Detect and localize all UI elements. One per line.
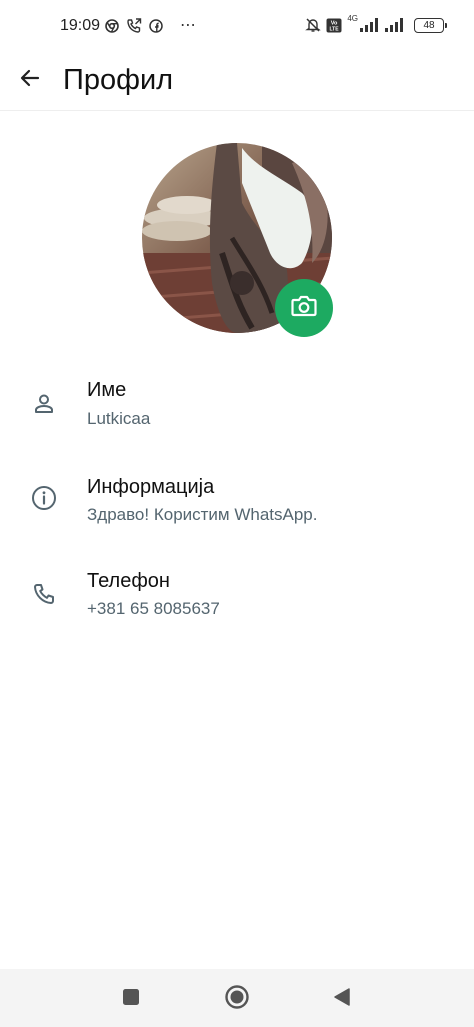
name-value: Lutkicaa <box>87 409 151 428</box>
name-row[interactable]: Име Lutkicaa <box>0 370 474 450</box>
phone-icon <box>30 580 58 608</box>
back-button[interactable] <box>14 64 46 96</box>
phone-value: +381 65 8085637 <box>87 599 220 618</box>
home-button[interactable] <box>223 984 251 1015</box>
chrome-icon <box>105 18 119 33</box>
about-value: Здраво! Користим WhatsApp. <box>87 505 318 524</box>
muted-bell-icon <box>305 17 322 33</box>
svg-text:LTE: LTE <box>330 26 340 32</box>
about-label: Информација <box>87 476 215 498</box>
signal-icon <box>360 18 380 32</box>
recents-icon <box>121 987 141 1012</box>
person-icon <box>30 390 58 418</box>
call-forwarding-icon <box>126 18 142 33</box>
change-photo-button[interactable] <box>275 279 333 337</box>
volte-icon: Vo LTE <box>326 18 342 33</box>
camera-icon <box>291 294 317 323</box>
signal-icon <box>385 18 405 32</box>
page-title: Профил <box>63 64 174 96</box>
status-left-icons: ⋯ <box>105 16 197 34</box>
info-icon <box>30 484 58 512</box>
back-icon <box>331 986 353 1013</box>
arrow-back-icon <box>18 66 42 95</box>
home-icon <box>224 984 250 1015</box>
app-bar: Профил <box>0 56 474 111</box>
name-label: Име <box>87 379 127 401</box>
network-type: 4G <box>347 14 358 23</box>
system-nav-bar <box>0 969 474 1027</box>
phone-label: Телефон <box>87 570 170 592</box>
status-right-icons: Vo LTE 4G 48 <box>305 14 447 33</box>
phone-row: Телефон +381 65 8085637 <box>0 560 474 640</box>
battery-indicator: 48 <box>414 17 447 33</box>
about-row[interactable]: Информација Здраво! Користим WhatsApp. <box>0 465 474 545</box>
status-time: 19:09 <box>60 17 101 34</box>
status-bar: 19:09 ⋯ Vo LTE 4G 48 <box>0 0 474 56</box>
recents-button[interactable] <box>117 985 145 1013</box>
facebook-icon <box>149 18 163 33</box>
nav-back-button[interactable] <box>328 985 356 1013</box>
more-notifications-icon: ⋯ <box>180 16 197 34</box>
